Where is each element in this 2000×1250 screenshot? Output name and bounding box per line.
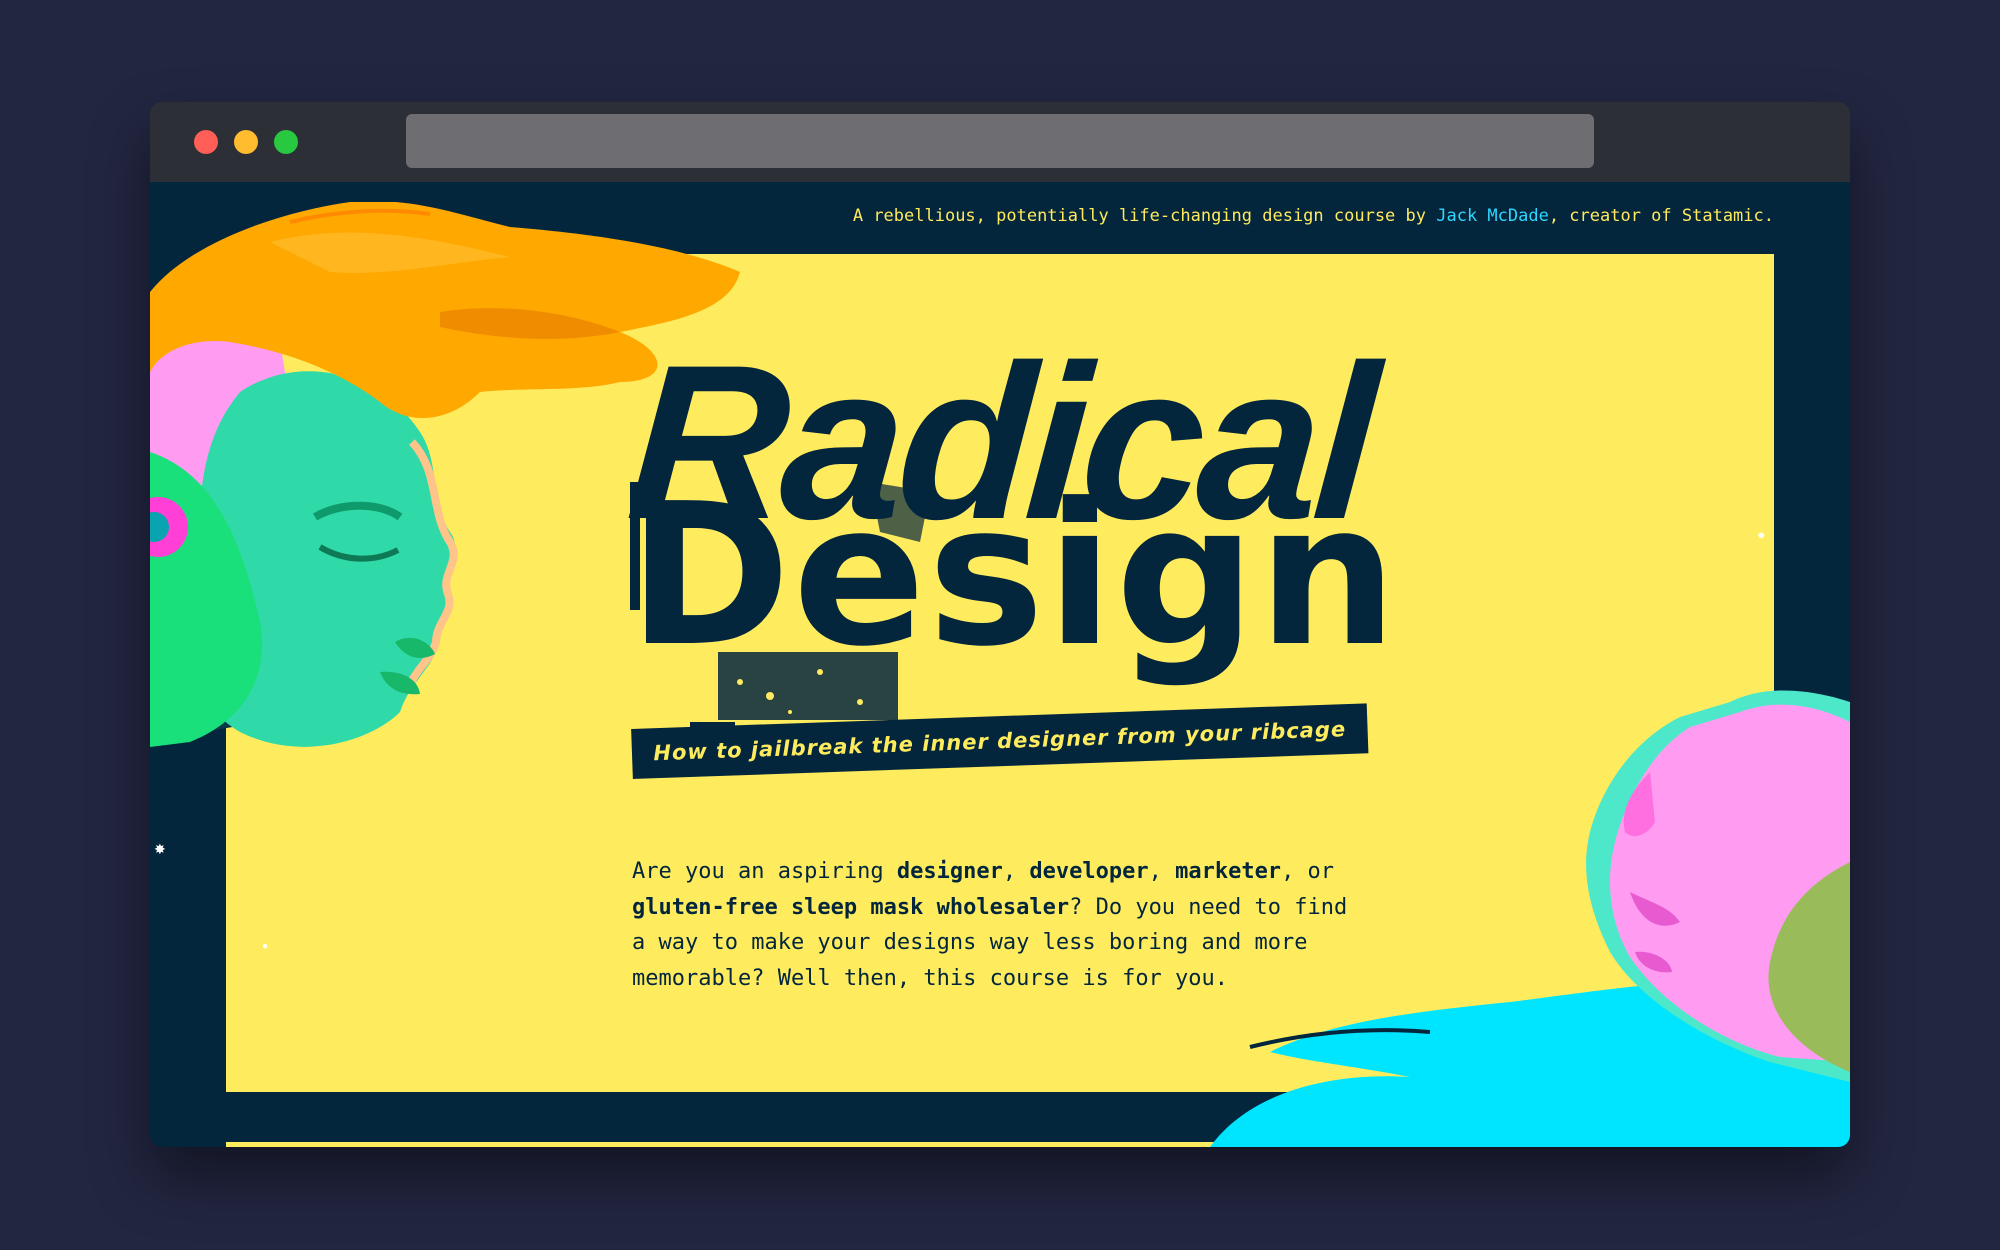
star-icon: ✸ — [1757, 531, 1766, 542]
intro-keyword-marketer: marketer — [1175, 859, 1282, 884]
intro-keyword-wholesaler: gluten-free sleep mask wholesaler — [632, 894, 1070, 920]
star-icon: ● — [262, 941, 269, 952]
byline: A rebellious, potentially life-changing … — [853, 206, 1774, 226]
intro-keyword-developer: developer — [1029, 859, 1149, 884]
byline-prefix: A rebellious, potentially life-changing … — [852, 206, 1437, 226]
address-bar[interactable] — [406, 114, 1594, 168]
intro-keyword-designer: designer — [896, 859, 1003, 884]
close-window-button[interactable] — [194, 130, 218, 154]
intro-paragraph: Are you an aspiring designer, developer,… — [632, 854, 1372, 996]
browser-titlebar — [150, 102, 1850, 182]
zoom-window-button[interactable] — [274, 130, 298, 154]
intro-text: , — [1002, 859, 1030, 884]
grunge-texture — [630, 482, 930, 728]
intro-text: Are you an aspiring — [632, 859, 897, 884]
web-page: A rebellious, potentially life-changing … — [150, 182, 1850, 1147]
intro-text: , or — [1281, 859, 1335, 884]
browser-window: A rebellious, potentially life-changing … — [150, 102, 1850, 1147]
author-link[interactable]: Jack McDade — [1436, 206, 1549, 226]
minimize-window-button[interactable] — [234, 130, 258, 154]
intro-text: , — [1148, 859, 1176, 884]
byline-suffix: , creator of Statamic. — [1548, 206, 1774, 226]
star-icon: ✸ — [154, 841, 166, 857]
